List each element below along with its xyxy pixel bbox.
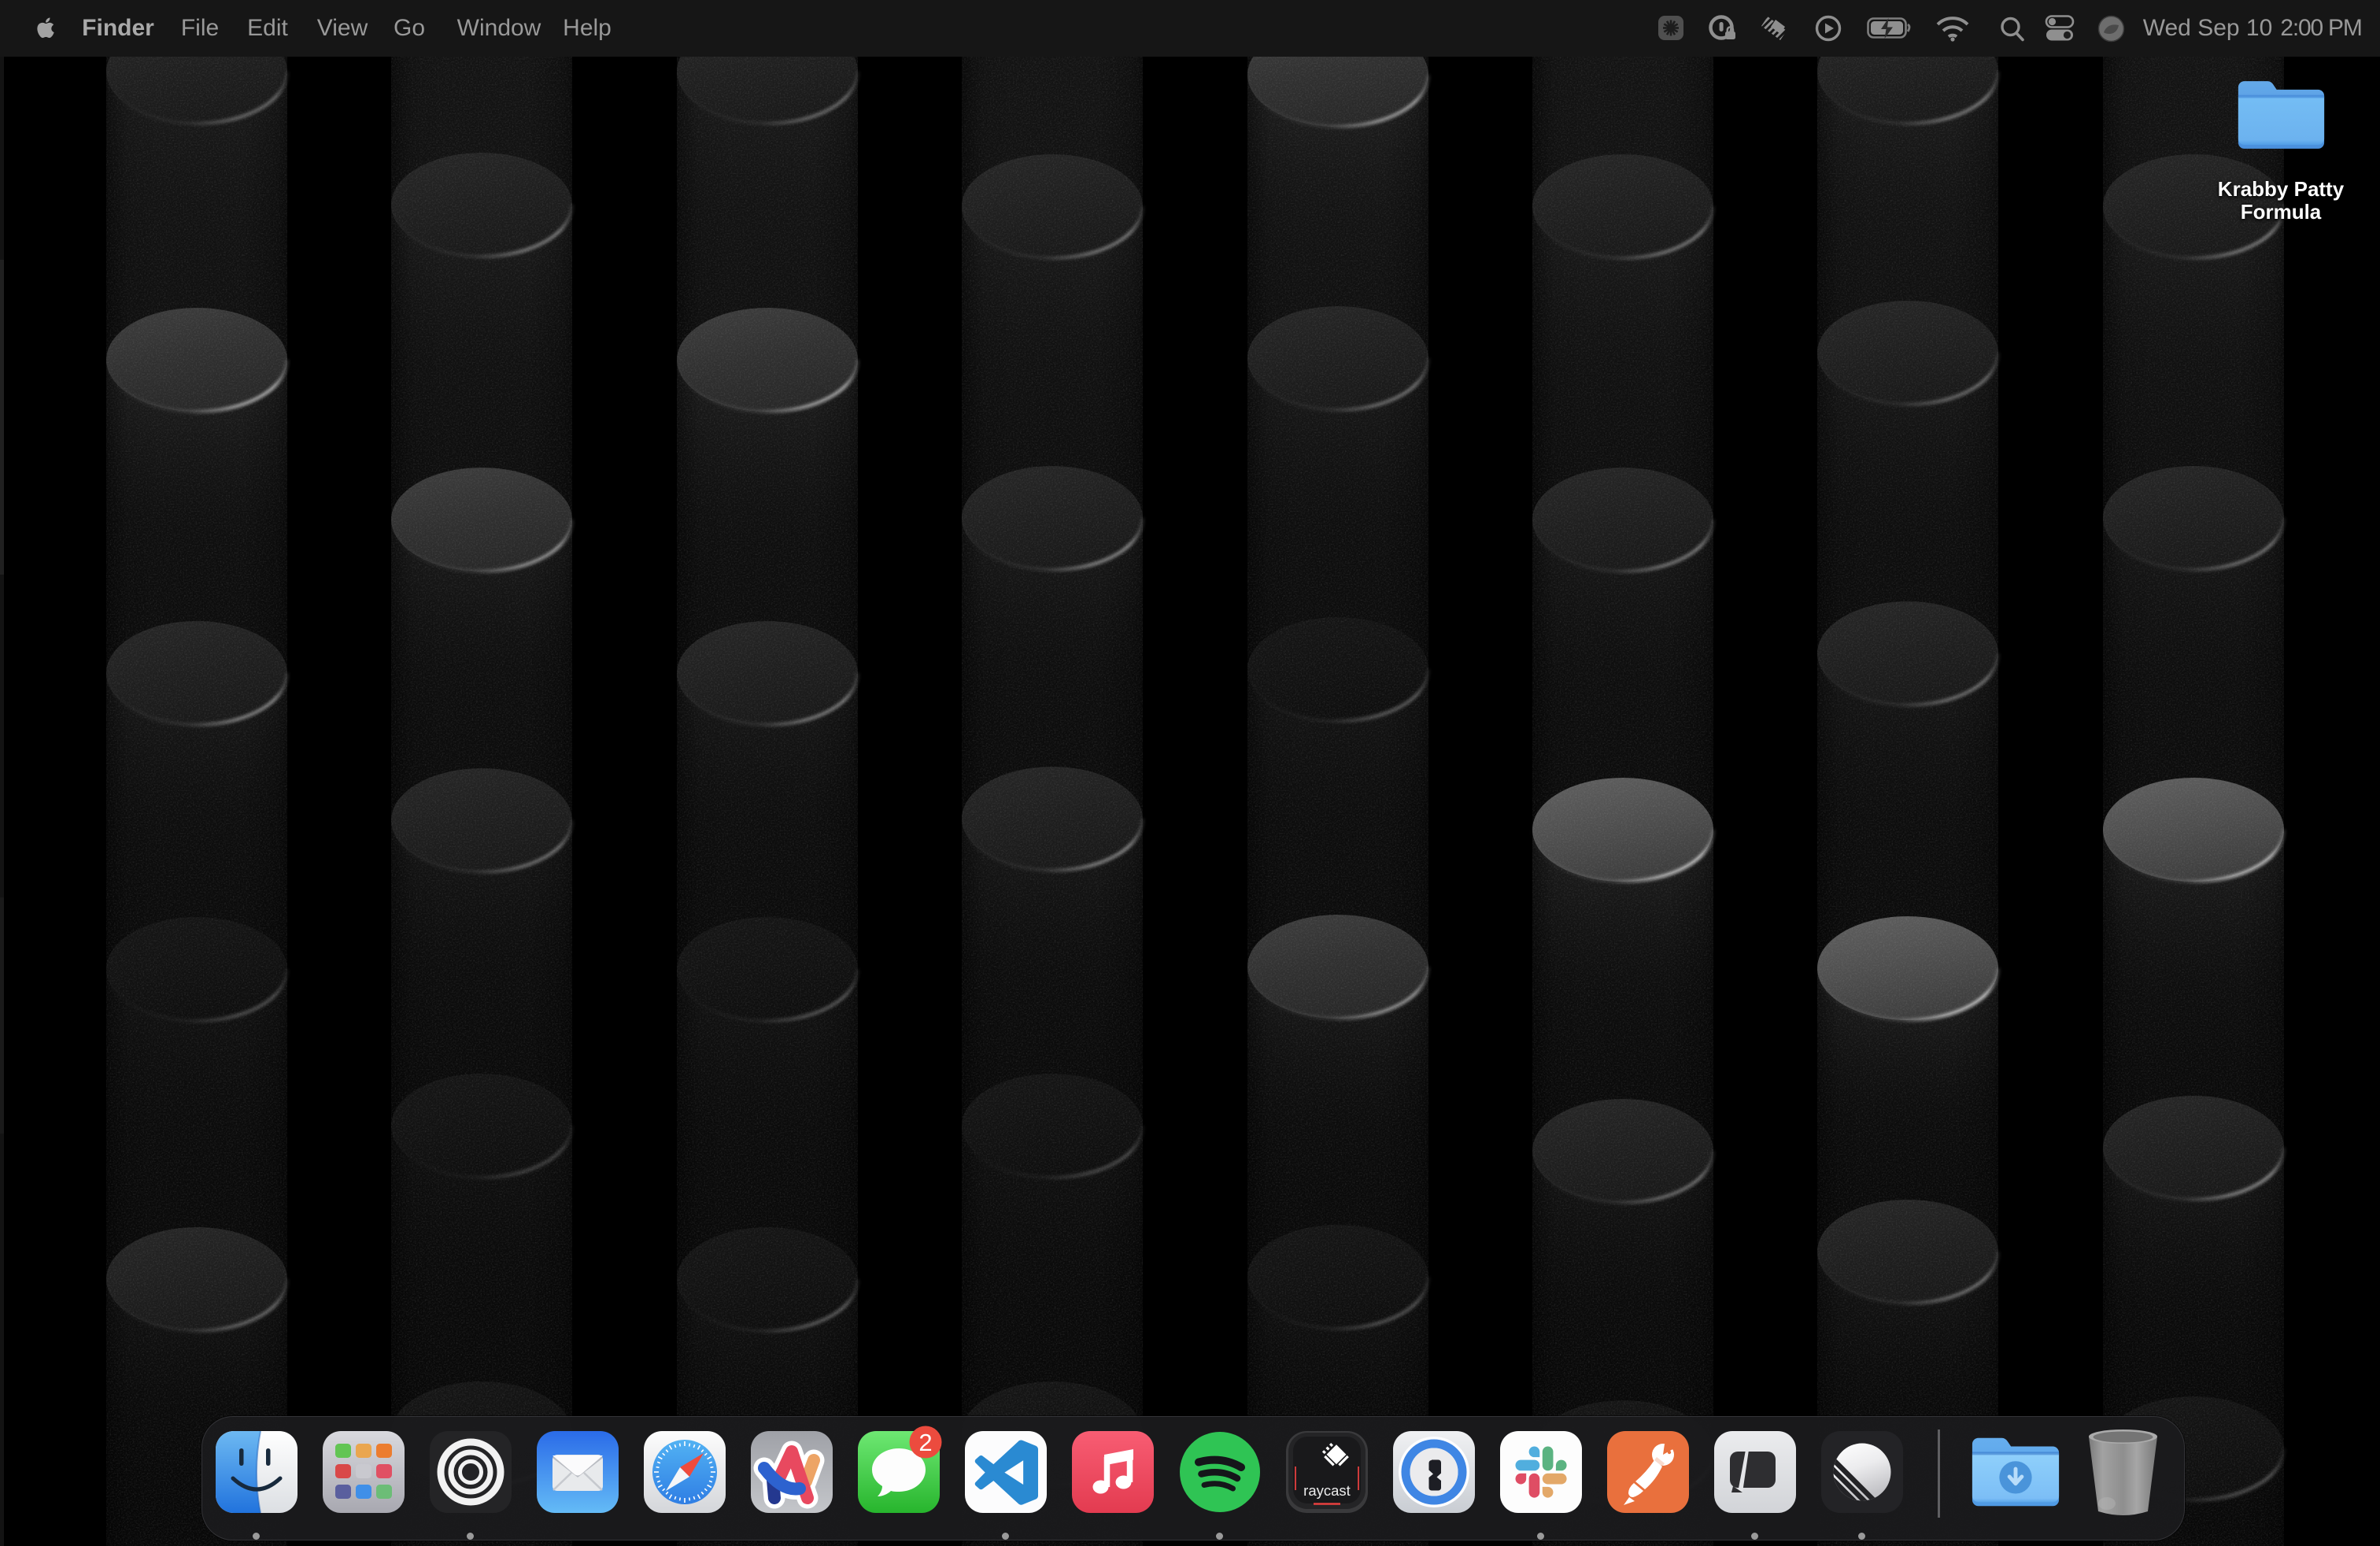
svg-text:2: 2: [918, 1429, 932, 1456]
svg-text:raycast: raycast: [1303, 1482, 1351, 1499]
